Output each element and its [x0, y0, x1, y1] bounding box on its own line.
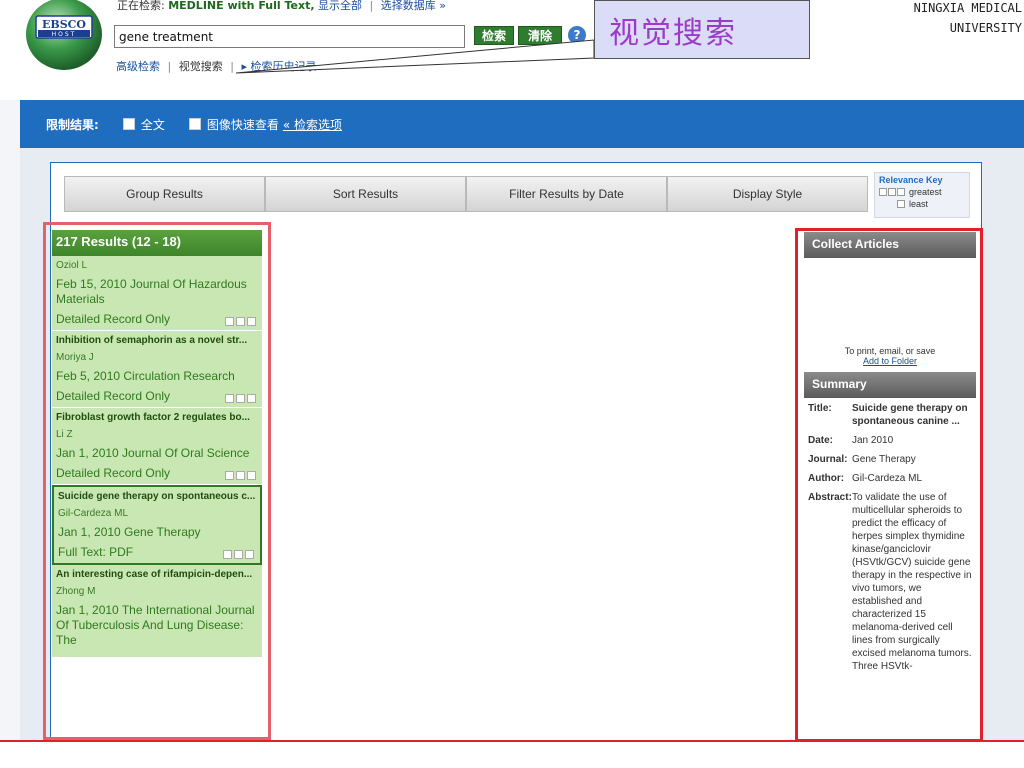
relevance-bars-icon [225, 317, 256, 326]
search-input[interactable] [114, 25, 465, 48]
result-card[interactable]: Oziol L Feb 15, 2010 Journal Of Hazardou… [52, 256, 262, 331]
summary-date: Jan 2010 [852, 435, 894, 446]
result-source: Jan 1, 2010 Gene Therapy [58, 525, 201, 539]
sort-results-button[interactable]: Sort Results [265, 176, 466, 212]
relevance-greatest: greatest [909, 187, 942, 197]
logo-text: EBSCO [42, 18, 86, 31]
result-title[interactable]: Inhibition of semaphorin as a novel str.… [56, 335, 258, 346]
callout-pointer [235, 39, 595, 74]
relevance-key: Relevance Key greatest least [874, 172, 970, 218]
result-title[interactable]: Suicide gene therapy on spontaneous c... [58, 491, 256, 502]
searching-prefix: 正在检索: [117, 0, 165, 12]
right-panel: Collect Articles To print, email, or sav… [804, 232, 976, 738]
image-quick-view-label: 图像快速查看 [206, 117, 279, 132]
summary-abstract: To validate the use of multicellular sph… [852, 492, 972, 672]
result-source: Feb 15, 2010 Journal Of Hazardous Materi… [56, 277, 247, 306]
limiters-bar: 限制结果: 全文 图像快速查看 « 检索选项 [20, 100, 1024, 148]
result-author[interactable]: Oziol L [56, 260, 258, 271]
limiters-label: 限制结果: [46, 117, 99, 132]
summary-journal: Gene Therapy [852, 454, 916, 465]
result-card[interactable]: Inhibition of semaphorin as a novel str.… [52, 331, 262, 408]
image-quick-view-checkbox[interactable] [188, 118, 201, 130]
result-author[interactable]: Zhong M [56, 586, 258, 597]
relevance-least: least [909, 199, 929, 209]
logo-sub-text: HOST [52, 31, 77, 38]
summary-title[interactable]: Suicide gene therapy on spontaneous cani… [852, 402, 972, 428]
display-style-button[interactable]: Display Style [667, 176, 868, 212]
full-text-label: 全文 [140, 117, 165, 132]
result-author[interactable]: Li Z [56, 429, 258, 440]
visual-search-callout: 视觉搜索 [594, 0, 810, 59]
result-card[interactable]: An interesting case of rifampicin-depen.… [52, 565, 262, 658]
search-history-link[interactable]: ▸ 检索历史记录 [241, 60, 316, 73]
collect-hint: To print, email, or save [844, 346, 936, 356]
result-title[interactable]: Fibroblast growth factor 2 regulates bo.… [56, 412, 258, 423]
group-results-button[interactable]: Group Results [64, 176, 265, 212]
ebsco-logo[interactable]: EBSCO HOST [24, 0, 104, 72]
summary-author: Gil-Cardeza ML [852, 473, 923, 484]
relevance-bars-icon [879, 188, 905, 196]
relevance-key-title: Relevance Key [879, 175, 943, 185]
result-source: Jan 1, 2010 The International Journal Of… [56, 603, 255, 647]
clear-button[interactable]: 清除 [518, 26, 562, 45]
advanced-search-link[interactable]: 高级检索 [116, 60, 160, 73]
summary-table: Title: Suicide gene therapy on spontaneo… [808, 402, 972, 672]
relevance-bars-icon [225, 471, 256, 480]
result-source: Feb 5, 2010 Circulation Research [56, 369, 235, 383]
sub-links: 高级检索 | 视觉搜索 | ▸ 检索历史记录 [116, 60, 317, 73]
relevance-bars-icon [225, 394, 256, 403]
choose-database-link[interactable]: 选择数据库 » [381, 0, 446, 12]
add-to-folder-link[interactable]: Add to Folder [863, 356, 917, 366]
collect-articles-header: Collect Articles [804, 232, 976, 258]
results-toolbar: Group Results Sort Results Filter Result… [64, 176, 868, 212]
searching-line: 正在检索: MEDLINE with Full Text, 显示全部 | 选择数… [117, 0, 446, 12]
filter-by-date-button[interactable]: Filter Results by Date [466, 176, 667, 212]
visual-search-link[interactable]: 视觉搜索 [179, 60, 223, 73]
results-list: 217 Results (12 - 18) Oziol L Feb 15, 20… [52, 230, 262, 740]
show-all-link[interactable]: 显示全部 [318, 0, 362, 12]
relevance-bar-icon [879, 200, 905, 208]
database-name: MEDLINE with Full Text, [168, 0, 315, 12]
collect-articles-area[interactable]: To print, email, or save Add to Folder [804, 258, 976, 372]
relevance-bars-icon [223, 550, 254, 559]
help-icon[interactable]: ? [568, 26, 586, 44]
search-options-link[interactable]: « 检索选项 [283, 116, 342, 133]
university-name: NINGXIA MEDICAL UNIVERSITY [913, 1, 1022, 35]
result-author[interactable]: Moriya J [56, 352, 258, 363]
summary-header: Summary [804, 372, 976, 398]
result-card-selected[interactable]: Suicide gene therapy on spontaneous c...… [52, 485, 262, 565]
result-card[interactable]: Fibroblast growth factor 2 regulates bo.… [52, 408, 262, 485]
full-text-checkbox[interactable] [122, 118, 135, 130]
result-title[interactable]: An interesting case of rifampicin-depen.… [56, 569, 258, 580]
results-count-header: 217 Results (12 - 18) [52, 230, 262, 256]
result-source: Jan 1, 2010 Journal Of Oral Science [56, 446, 250, 460]
search-button[interactable]: 检索 [474, 26, 514, 45]
result-author[interactable]: Gil-Cardeza ML [58, 508, 256, 519]
